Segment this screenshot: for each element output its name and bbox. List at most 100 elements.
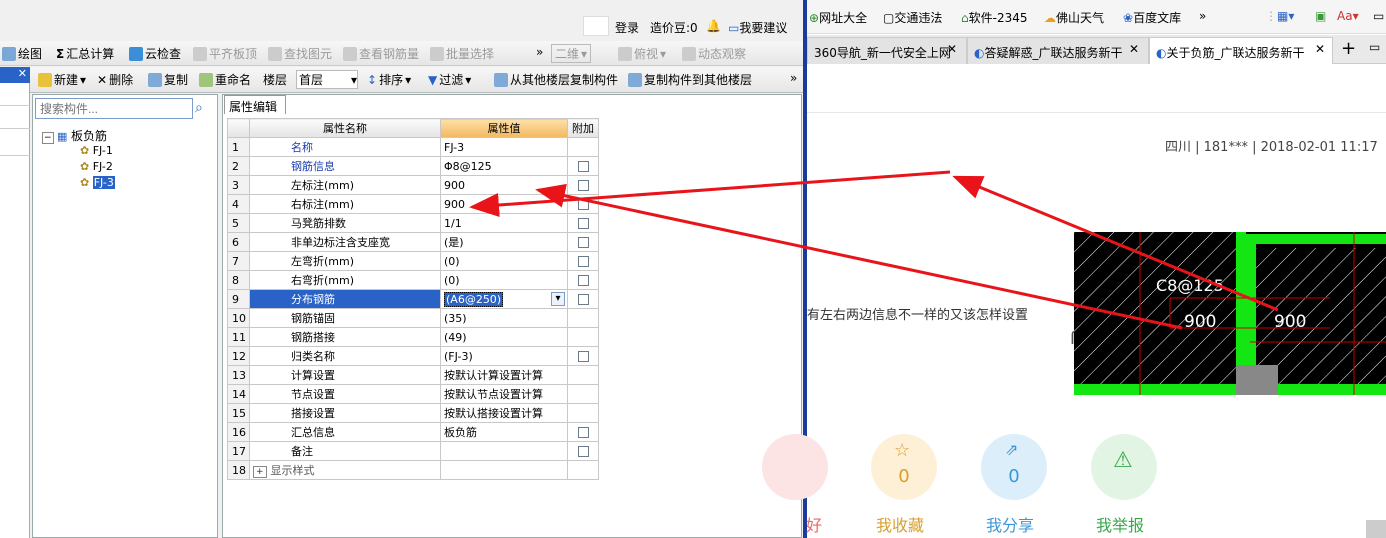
property-value[interactable] bbox=[440, 441, 568, 461]
property-value[interactable]: (A6@250) ▾ bbox=[440, 289, 568, 309]
close-tab-icon[interactable]: ✕ bbox=[947, 42, 957, 56]
close-icon[interactable]: ✕ bbox=[18, 67, 27, 80]
property-row[interactable]: 4 右标注(mm) 900 bbox=[227, 194, 599, 214]
property-row[interactable]: 9 分布钢筋 (A6@250) ▾ bbox=[227, 289, 599, 309]
report-button[interactable]: ⚠ bbox=[1091, 434, 1157, 500]
property-row[interactable]: 11 钢筋搭接 (49) bbox=[227, 327, 599, 347]
property-value[interactable]: 1/1 bbox=[440, 213, 568, 233]
view-2d-select[interactable]: 二维 ▾ bbox=[551, 44, 592, 63]
property-value[interactable]: Φ8@125 bbox=[440, 156, 568, 176]
chevron-down-icon[interactable]: ▾ bbox=[551, 292, 565, 306]
property-row[interactable]: 10 钢筋锚固 (35) bbox=[227, 308, 599, 328]
component-search-input[interactable] bbox=[35, 98, 193, 119]
bookmark-item[interactable]: ▢交通违法 bbox=[883, 9, 942, 26]
menu-icon[interactable]: ▭ bbox=[1373, 9, 1384, 23]
property-row[interactable]: 15 搭接设置 按默认搭接设置计算 bbox=[227, 403, 599, 423]
copy-to-floor-button[interactable]: 复制构件到其他楼层 bbox=[628, 71, 752, 88]
restore-icon[interactable]: ▭ bbox=[1369, 40, 1380, 54]
property-row[interactable]: 17 备注 bbox=[227, 441, 599, 461]
copy-button[interactable]: 复制 bbox=[148, 71, 188, 88]
property-value[interactable]: (49) bbox=[440, 327, 568, 347]
extra-checkbox[interactable] bbox=[577, 161, 589, 172]
property-value[interactable]: 900 bbox=[440, 194, 568, 214]
bookmark-item[interactable]: ⊕网址大全 bbox=[809, 9, 867, 26]
property-row[interactable]: 13 计算设置 按默认计算设置计算 bbox=[227, 365, 599, 385]
sort-button[interactable]: ↕ 排序 ▾ bbox=[367, 71, 411, 88]
property-row[interactable]: 14 节点设置 按默认节点设置计算 bbox=[227, 384, 599, 404]
property-row[interactable]: 18 + 显示样式 bbox=[227, 460, 599, 480]
property-value[interactable]: 板负筋 bbox=[440, 422, 568, 442]
draw-button[interactable]: 绘图 bbox=[2, 45, 42, 62]
copy-from-floor-button[interactable]: 从其他楼层复制构件 bbox=[494, 71, 618, 88]
collapse-icon[interactable]: − bbox=[42, 132, 54, 144]
browser-tab[interactable]: 360导航_新一代安全上网 bbox=[807, 37, 967, 64]
bookmark-item[interactable]: ⌂软件-2345 bbox=[961, 9, 1028, 26]
property-row[interactable]: 7 左弯折(mm) (0) bbox=[227, 251, 599, 271]
view-rebar-button[interactable]: 查看钢筋量 bbox=[343, 45, 419, 62]
new-tab-icon[interactable]: + bbox=[1341, 38, 1356, 59]
sum-calc-button[interactable]: Σ 汇总计算 bbox=[56, 45, 114, 62]
cloud-check-button[interactable]: 云检查 bbox=[129, 45, 181, 62]
find-element-button[interactable]: 查找图元 bbox=[268, 45, 332, 62]
property-row[interactable]: 3 左标注(mm) 900 bbox=[227, 175, 599, 195]
property-value[interactable]: (0) bbox=[440, 270, 568, 290]
property-value[interactable]: FJ-3 bbox=[440, 137, 568, 157]
like-button[interactable] bbox=[762, 434, 828, 500]
property-row[interactable]: 12 归类名称 (FJ-3) bbox=[227, 346, 599, 366]
top-view-button[interactable]: 俯视 ▾ bbox=[618, 45, 666, 62]
floor-select[interactable]: 首层 ▾ bbox=[296, 70, 358, 89]
property-value[interactable]: (FJ-3) bbox=[440, 346, 568, 366]
property-value[interactable]: 按默认搭接设置计算 bbox=[440, 403, 568, 423]
browser-tab-active[interactable]: ◐关于负筋_广联达服务新干 bbox=[1149, 37, 1333, 64]
property-value[interactable]: 按默认计算设置计算 bbox=[440, 365, 568, 385]
extra-checkbox[interactable] bbox=[577, 294, 589, 305]
extra-checkbox[interactable] bbox=[577, 256, 589, 267]
close-tab-icon[interactable]: ✕ bbox=[1129, 42, 1139, 56]
toolbar2-overflow-icon[interactable]: » bbox=[790, 71, 797, 85]
translate-icon[interactable]: Aa▾ bbox=[1337, 9, 1359, 23]
property-value[interactable]: (是) bbox=[440, 232, 568, 252]
close-tab-icon[interactable]: ✕ bbox=[1315, 42, 1325, 56]
property-row[interactable]: 5 马凳筋排数 1/1 bbox=[227, 213, 599, 233]
property-row[interactable]: 2 钢筋信息 Φ8@125 bbox=[227, 156, 599, 176]
extra-checkbox[interactable] bbox=[577, 180, 589, 191]
tab-property-edit[interactable]: 属性编辑 bbox=[224, 95, 286, 114]
align-top-button[interactable]: 平齐板顶 bbox=[193, 45, 257, 62]
tree-item[interactable]: ✿ FJ-1 bbox=[80, 144, 113, 157]
property-value[interactable]: 按默认节点设置计算 bbox=[440, 384, 568, 404]
delete-button[interactable]: ✕ 删除 bbox=[97, 71, 133, 88]
apps-icon[interactable]: ▦▾ bbox=[1277, 9, 1294, 23]
property-row[interactable]: 6 非单边标注含支座宽 (是) bbox=[227, 232, 599, 252]
tree-root[interactable]: − ▦ 板负筋 bbox=[42, 127, 107, 144]
property-value[interactable]: 900 bbox=[440, 175, 568, 195]
rename-button[interactable]: 重命名 bbox=[199, 71, 251, 88]
bookmark-item[interactable]: ☁佛山天气 bbox=[1044, 9, 1104, 26]
bookmarks-overflow-icon[interactable]: » bbox=[1199, 9, 1206, 23]
extra-checkbox[interactable] bbox=[577, 237, 589, 248]
bookmark-item[interactable]: ❀百度文库 bbox=[1123, 9, 1181, 26]
share-button[interactable]: ⇗ 0 bbox=[981, 434, 1047, 500]
browser-tab[interactable]: ◐答疑解惑_广联达服务新干 bbox=[967, 37, 1149, 64]
search-icon[interactable]: ⌕ bbox=[195, 100, 213, 118]
property-row[interactable]: 8 右弯折(mm) (0) bbox=[227, 270, 599, 290]
property-row[interactable]: 16 汇总信息 板负筋 bbox=[227, 422, 599, 442]
extra-checkbox[interactable] bbox=[577, 427, 589, 438]
extra-checkbox[interactable] bbox=[577, 446, 589, 457]
suggest-button[interactable]: ▭我要建议 bbox=[728, 19, 787, 36]
extra-checkbox[interactable] bbox=[577, 351, 589, 362]
expand-icon[interactable]: + bbox=[253, 466, 267, 478]
property-value[interactable] bbox=[440, 460, 568, 480]
tree-item-selected[interactable]: ✿ FJ-3 bbox=[80, 176, 115, 189]
new-button[interactable]: 新建 ▾ bbox=[38, 71, 86, 88]
toolbar1-overflow-icon[interactable]: » bbox=[536, 45, 543, 59]
bell-icon[interactable]: 🔔 bbox=[706, 19, 721, 33]
dynamic-view-button[interactable]: 动态观察 bbox=[682, 45, 746, 62]
reader-icon[interactable]: ▣ bbox=[1315, 9, 1326, 23]
tree-item[interactable]: ✿ FJ-2 bbox=[80, 160, 113, 173]
property-row[interactable]: 1 名称 FJ-3 bbox=[227, 137, 599, 157]
batch-select-button[interactable]: 批量选择 bbox=[430, 45, 494, 62]
favorite-button[interactable]: ☆ 0 bbox=[871, 434, 937, 500]
property-value[interactable]: (0) bbox=[440, 251, 568, 271]
extra-checkbox[interactable] bbox=[577, 275, 589, 286]
filter-button[interactable]: ▼ 过滤 ▾ bbox=[428, 71, 471, 88]
